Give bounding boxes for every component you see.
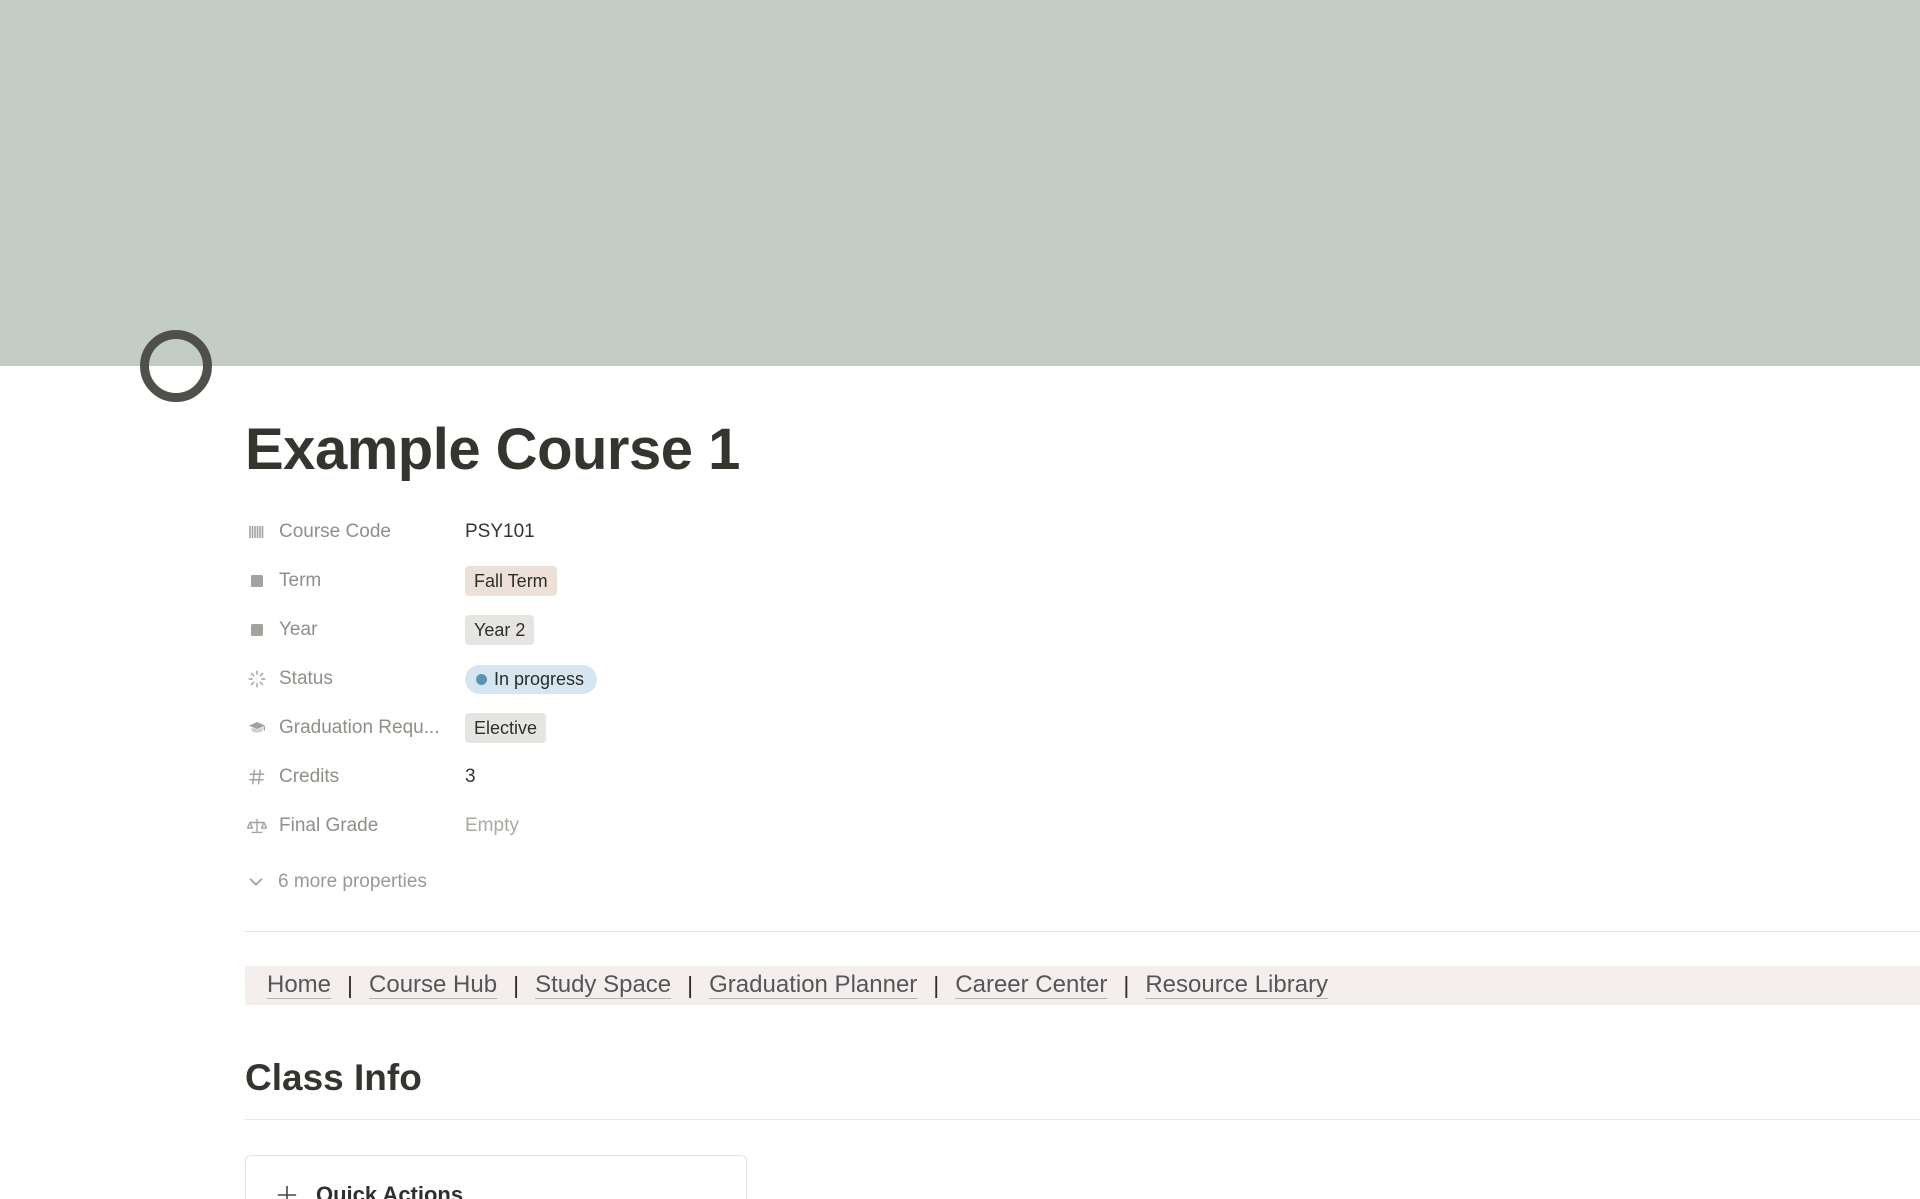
nav-link-home[interactable]: Home — [255, 971, 343, 999]
content-inner: Example Course 1 Course Code PSY101 Term… — [120, 366, 1920, 1199]
status-badge[interactable]: In progress — [465, 664, 598, 694]
circle-ring-icon[interactable] — [140, 330, 212, 402]
chevron-down-icon — [245, 871, 267, 893]
barcode-icon — [245, 520, 269, 544]
status-dot-icon — [476, 673, 487, 685]
property-row-final-grade[interactable]: Final Grade Empty — [245, 802, 1800, 851]
nav-link-course-hub[interactable]: Course Hub — [357, 971, 509, 999]
scales-icon — [245, 814, 269, 838]
graduation-cap-icon — [245, 716, 269, 740]
select-square-icon — [245, 618, 269, 642]
property-row-credits[interactable]: Credits 3 — [245, 753, 1800, 802]
property-label-text: Final Grade — [279, 815, 379, 837]
property-row-year[interactable]: Year Year 2 — [245, 606, 1800, 655]
property-value-year[interactable]: Year 2 — [465, 615, 535, 646]
tag-graduation-requirement[interactable]: Elective — [465, 713, 547, 744]
more-properties-toggle[interactable]: 6 more properties — [245, 871, 1800, 893]
status-spinner-icon — [245, 667, 269, 691]
nav-link-study-space[interactable]: Study Space — [523, 971, 683, 999]
properties-list: Course Code PSY101 Term Fall Term Year Y… — [245, 508, 1800, 893]
nav-link-graduation-planner[interactable]: Graduation Planner — [697, 971, 929, 999]
tag-term[interactable]: Fall Term — [465, 566, 557, 597]
property-label-graduation-requirement: Graduation Requ... — [245, 716, 465, 740]
property-value-graduation-requirement[interactable]: Elective — [465, 713, 547, 744]
quick-actions-header: Quick Actions — [274, 1182, 718, 1199]
page-content: Example Course 1 Course Code PSY101 Term… — [0, 366, 1920, 1199]
properties-divider — [245, 930, 1920, 932]
property-label-status: Status — [245, 667, 465, 691]
site-navigation-bar: Home | Course Hub | Study Space | Gradua… — [245, 965, 1920, 1005]
property-row-graduation-requirement[interactable]: Graduation Requ... Elective — [245, 704, 1800, 753]
property-label-final-grade: Final Grade — [245, 814, 465, 838]
nav-link-career-center[interactable]: Career Center — [943, 971, 1119, 999]
section-divider — [245, 1118, 1920, 1120]
tag-year[interactable]: Year 2 — [465, 615, 535, 646]
nav-link-resource-library[interactable]: Resource Library — [1133, 971, 1340, 999]
nav-separator: | — [513, 971, 520, 998]
cards-row: Quick Actions — [245, 1154, 1800, 1199]
property-label-text: Credits — [279, 766, 340, 788]
property-value-credits[interactable]: 3 — [465, 766, 476, 788]
property-label-text: Graduation Requ... — [279, 717, 440, 739]
quick-actions-title: Quick Actions — [316, 1181, 464, 1199]
section-heading-class-info[interactable]: Class Info — [245, 1057, 1800, 1099]
nav-separator: | — [347, 971, 354, 998]
property-row-status[interactable]: Status In progress — [245, 655, 1800, 704]
select-square-icon — [245, 569, 269, 593]
property-value-status[interactable]: In progress — [465, 664, 598, 694]
plus-icon[interactable] — [274, 1182, 300, 1199]
property-label-course-code: Course Code — [245, 520, 465, 544]
nav-separator: | — [687, 971, 694, 998]
nav-separator: | — [1123, 971, 1130, 998]
property-row-term[interactable]: Term Fall Term — [245, 557, 1800, 606]
page-root: Example Course 1 Course Code PSY101 Term… — [0, 0, 1920, 1199]
nav-separator: | — [933, 971, 940, 998]
property-label-year: Year — [245, 618, 465, 642]
cover-banner[interactable] — [0, 0, 1920, 366]
property-label-credits: Credits — [245, 765, 465, 789]
property-label-text: Term — [279, 570, 322, 592]
hash-icon — [245, 765, 269, 789]
property-label-text: Course Code — [279, 521, 391, 543]
status-badge-label: In progress — [494, 668, 585, 689]
property-label-text: Year — [279, 619, 318, 641]
property-label-term: Term — [245, 569, 465, 593]
page-title[interactable]: Example Course 1 — [245, 366, 1800, 482]
property-value-term[interactable]: Fall Term — [465, 566, 557, 597]
property-value-final-grade[interactable]: Empty — [465, 815, 519, 837]
more-properties-label: 6 more properties — [278, 870, 427, 892]
property-value-course-code[interactable]: PSY101 — [465, 521, 535, 543]
property-label-text: Status — [279, 668, 333, 690]
property-row-course-code[interactable]: Course Code PSY101 — [245, 508, 1800, 557]
quick-actions-card[interactable]: Quick Actions — [245, 1154, 747, 1199]
